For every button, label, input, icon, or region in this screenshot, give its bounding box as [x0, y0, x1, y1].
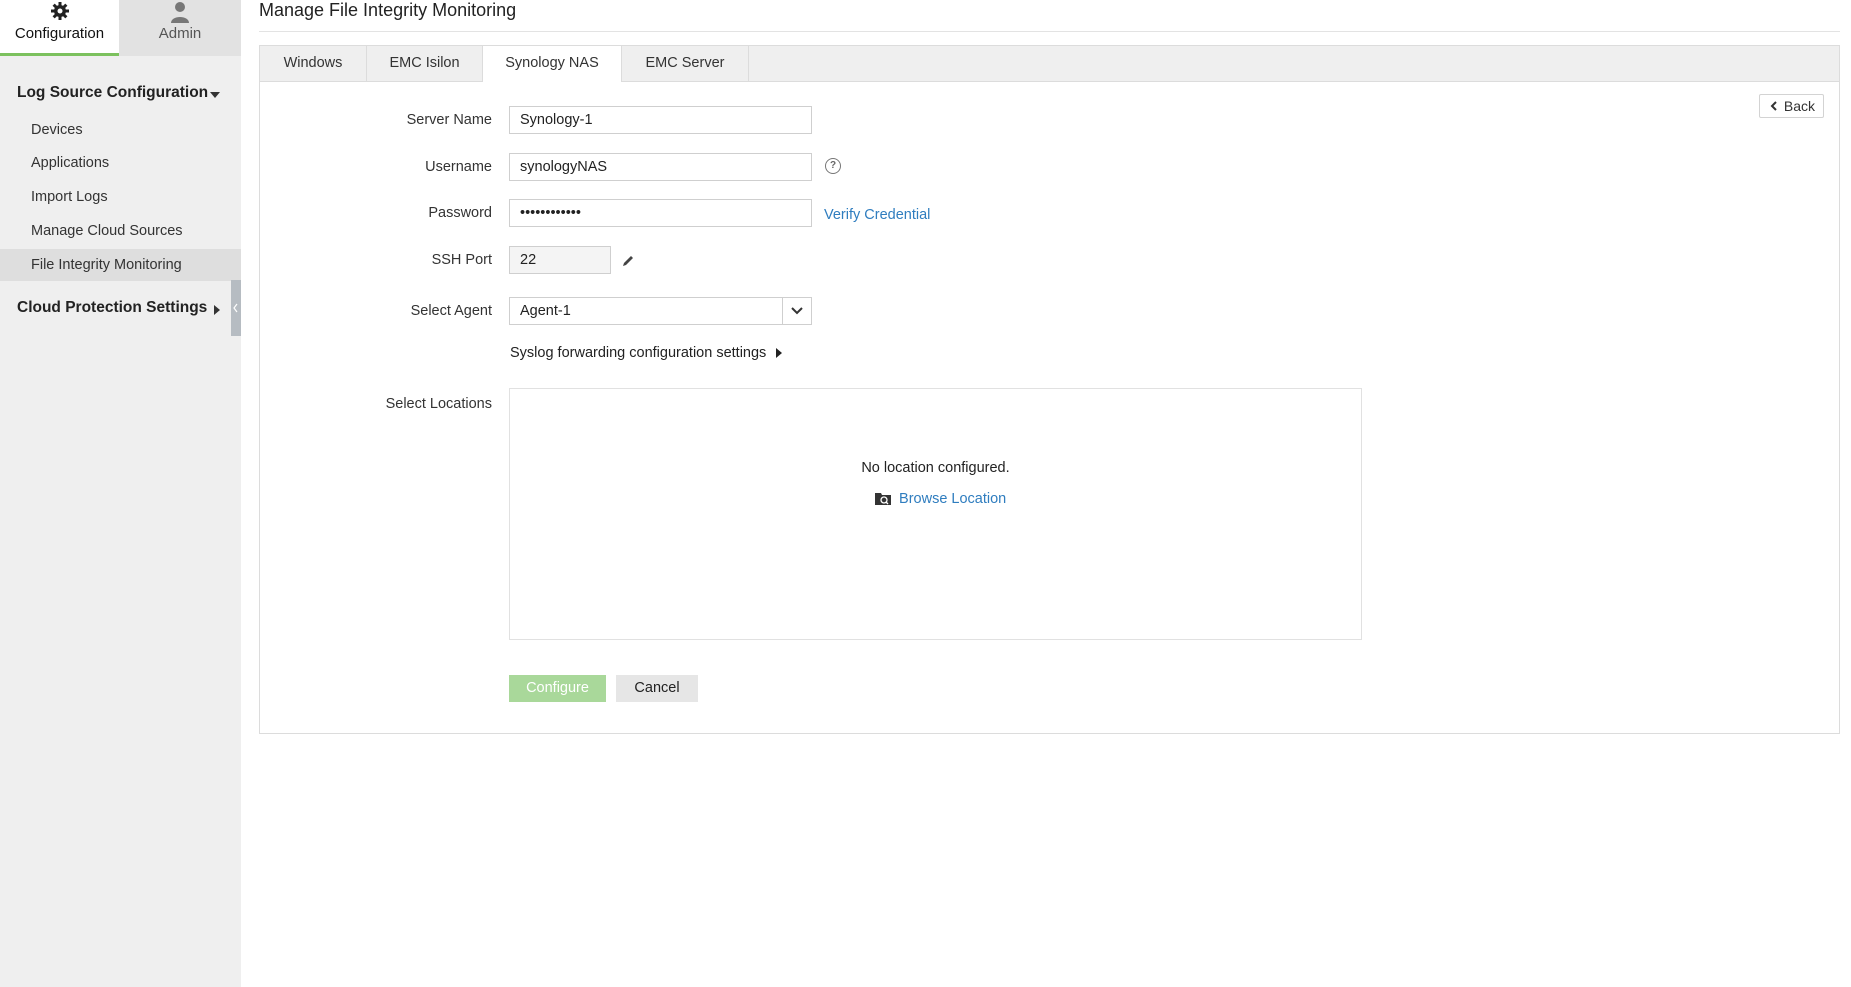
- back-label: Back: [1783, 98, 1815, 114]
- user-icon: [119, 0, 241, 23]
- ssh-port-input[interactable]: [509, 246, 611, 274]
- tab-emc-isilon[interactable]: EMC Isilon: [367, 46, 483, 81]
- configure-button[interactable]: Configure: [509, 675, 606, 702]
- server-name-label: Server Name: [406, 112, 492, 128]
- sidebar: Configuration Admin Log Source Configura…: [0, 0, 241, 987]
- pencil-icon[interactable]: [621, 254, 635, 268]
- section-label: Cloud Protection Settings: [17, 299, 208, 316]
- tab-configuration[interactable]: Configuration: [0, 0, 119, 56]
- verify-credential-link[interactable]: Verify Credential: [824, 207, 930, 223]
- sidebar-item-label: Devices: [31, 122, 83, 138]
- caret-down-icon[interactable]: [210, 92, 220, 98]
- chevron-down-icon: [782, 298, 811, 324]
- tab-label: EMC Server: [645, 55, 725, 71]
- top-tabs: Configuration Admin: [0, 0, 241, 56]
- no-location-text: No location configured.: [861, 460, 1010, 476]
- tab-label: Synology NAS: [505, 55, 599, 71]
- tab-admin[interactable]: Admin: [119, 0, 241, 56]
- title-divider: [259, 31, 1840, 32]
- folder-search-icon: [875, 493, 891, 505]
- tab-synology-nas[interactable]: Synology NAS: [482, 46, 622, 82]
- ssh-port-label: SSH Port: [431, 252, 492, 268]
- sidebar-item-manage-cloud-sources[interactable]: Manage Cloud Sources: [0, 215, 241, 247]
- chevron-left-icon: [1770, 95, 1778, 124]
- username-label: Username: [425, 159, 492, 175]
- agent-select-value: Agent-1: [520, 303, 571, 319]
- caret-right-icon[interactable]: [214, 305, 220, 315]
- sidebar-item-label: Import Logs: [31, 189, 108, 205]
- browse-location-link[interactable]: Browse Location: [875, 491, 1006, 507]
- tab-label: EMC Isilon: [389, 55, 460, 71]
- gear-icon: [0, 0, 119, 23]
- sidebar-item-label: Manage Cloud Sources: [31, 223, 183, 239]
- help-icon[interactable]: ?: [825, 158, 841, 174]
- sidebar-collapse-handle[interactable]: [231, 280, 241, 336]
- select-locations-label: Select Locations: [385, 396, 492, 412]
- page-title: Manage File Integrity Monitoring: [259, 0, 517, 20]
- tab-emc-server[interactable]: EMC Server: [622, 46, 749, 81]
- cancel-button[interactable]: Cancel: [616, 675, 698, 702]
- source-tabs: Windows EMC Isilon Synology NAS EMC Serv…: [260, 46, 1839, 82]
- section-label: Log Source Configuration: [17, 84, 209, 101]
- sidebar-item-import-logs[interactable]: Import Logs: [0, 181, 241, 213]
- password-input[interactable]: [509, 199, 812, 227]
- sidebar-item-devices[interactable]: Devices: [0, 114, 241, 146]
- password-label: Password: [428, 205, 492, 221]
- sidebar-item-label: File Integrity Monitoring: [31, 257, 182, 273]
- tab-admin-label: Admin: [158, 25, 202, 42]
- select-agent-label: Select Agent: [410, 303, 492, 319]
- server-name-input[interactable]: [509, 106, 812, 134]
- locations-box: No location configured. Browse Location: [509, 388, 1362, 640]
- log-source-configuration-section[interactable]: Log Source Configuration: [17, 84, 208, 102]
- tab-configuration-label: Configuration: [14, 25, 105, 42]
- back-button[interactable]: Back: [1759, 94, 1824, 118]
- sidebar-item-file-integrity-monitoring[interactable]: File Integrity Monitoring: [0, 249, 241, 281]
- syslog-settings-label: Syslog forwarding configuration settings: [510, 345, 767, 361]
- tab-windows[interactable]: Windows: [260, 46, 367, 81]
- browse-location-label: Browse Location: [899, 491, 1007, 507]
- sidebar-item-label: Applications: [31, 155, 110, 171]
- chevron-left-icon: [233, 303, 238, 313]
- username-input[interactable]: [509, 153, 812, 181]
- syslog-settings-toggle[interactable]: Syslog forwarding configuration settings: [510, 345, 783, 361]
- sidebar-item-applications[interactable]: Applications: [0, 147, 241, 179]
- tab-label: Windows: [283, 55, 343, 71]
- cloud-protection-settings-section[interactable]: Cloud Protection Settings: [17, 299, 207, 317]
- agent-select[interactable]: Agent-1: [509, 297, 812, 325]
- caret-right-icon: [776, 348, 783, 359]
